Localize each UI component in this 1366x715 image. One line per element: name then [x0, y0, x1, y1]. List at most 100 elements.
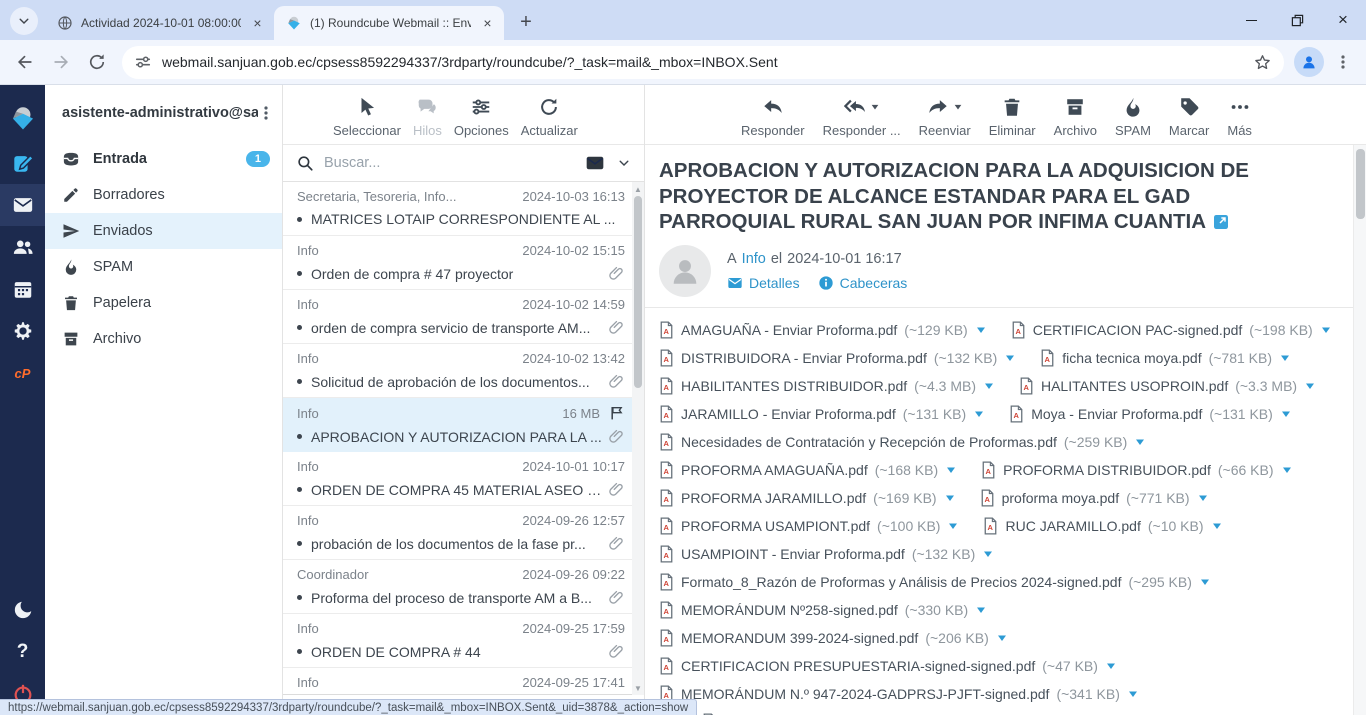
attachment[interactable]: AMEMORANDUM 399-2024-signed.pdf(~206 KB) [659, 629, 1008, 647]
sidebar-item-borradores[interactable]: Borradores [45, 177, 282, 213]
attachment-menu-caret-icon[interactable] [1320, 324, 1332, 336]
attachment-name[interactable]: PROFORMA JARAMILLO.pdf [681, 490, 866, 506]
window-minimize-button[interactable] [1228, 0, 1274, 40]
mail-scrollbar[interactable] [1353, 145, 1366, 715]
attachment-name[interactable]: MEMORÁNDUM N.º 947-2024-GADPRSJ-PJFT-sig… [681, 686, 1049, 702]
attachment-menu-caret-icon[interactable] [1211, 520, 1223, 532]
message-list-item[interactable]: Info 2024-09-25 17:59 ORDEN DE COMPRA # … [283, 614, 633, 668]
attachment-menu-caret-icon[interactable] [1197, 492, 1209, 504]
mail-nav-button[interactable] [0, 184, 45, 226]
attachment-menu-caret-icon[interactable] [1105, 660, 1117, 672]
scroll-up-arrow-icon[interactable]: ▲ [632, 183, 644, 195]
attachment-menu-caret-icon[interactable] [1127, 688, 1139, 700]
bookmark-star-icon[interactable] [1253, 53, 1272, 72]
url-text[interactable]: webmail.sanjuan.gob.ec/cpsess8592294337/… [162, 54, 1243, 70]
message-list-item[interactable]: Info 16 MB APROBACION Y AUTORIZACION PAR… [283, 398, 633, 452]
attachment-name[interactable]: PROFORMA DISTRIBUIDOR.pdf [1003, 462, 1211, 478]
window-close-button[interactable]: × [1320, 0, 1366, 40]
attachment[interactable]: Aficha tecnica moya.pdf(~781 KB) [1040, 349, 1291, 367]
refresh-button[interactable]: Actualizar [521, 96, 578, 138]
attachment-name[interactable]: Necesidades de Contratación y Recepción … [681, 434, 1057, 450]
open-in-new-window-icon[interactable] [1213, 214, 1229, 230]
contacts-nav-button[interactable] [0, 226, 45, 268]
more-button[interactable]: Más [1227, 96, 1252, 138]
attachment-menu-caret-icon[interactable] [1279, 352, 1291, 364]
options-button[interactable]: Opciones [454, 96, 509, 138]
attachment-name[interactable]: MEMORANDUM 399-2024-signed.pdf [681, 630, 918, 646]
attachment[interactable]: AFormato_8_Razón de Proformas y Análisis… [659, 573, 1211, 591]
attachment[interactable]: Aproforma moya.pdf(~771 KB) [980, 489, 1209, 507]
dropdown-caret-icon[interactable] [870, 102, 880, 112]
attachment-name[interactable]: ficha tecnica moya.pdf [1062, 350, 1201, 366]
attachment-name[interactable]: PROFORMA AMAGUAÑA.pdf [681, 462, 868, 478]
window-restore-button[interactable] [1274, 0, 1320, 40]
attachment-menu-caret-icon[interactable] [945, 464, 957, 476]
message-list-item[interactable]: Info 2024-10-02 15:15 Orden de compra # … [283, 236, 633, 290]
message-list-item[interactable]: Info 2024-10-02 13:42 Solicitud de aprob… [283, 344, 633, 398]
attachment-name[interactable]: CERTIFICACION PRESUPUESTARIA-signed-sign… [681, 658, 1035, 674]
attachment[interactable]: APROFORMA AMAGUAÑA.pdf(~168 KB) [659, 461, 957, 479]
attachment-menu-caret-icon[interactable] [1281, 464, 1293, 476]
attachment[interactable]: AHALITANTES USOPROIN.pdf(~3.3 MB) [1019, 377, 1316, 395]
folder-options-kebab-icon[interactable] [258, 105, 274, 121]
attachment[interactable]: APROFORMA USAMPIONT.pdf(~100 KB) [659, 517, 959, 535]
message-list-item[interactable]: Info 2024-10-01 10:17 ORDEN DE COMPRA 45… [283, 452, 633, 506]
recipient-link[interactable]: Info [742, 251, 766, 267]
archive-button[interactable]: Archivo [1054, 96, 1097, 138]
cpanel-button[interactable]: cP [0, 352, 45, 394]
sidebar-item-spam[interactable]: SPAM [45, 249, 282, 285]
browser-tab-actividad[interactable]: Actividad 2024-10-01 08:00:00 × [44, 6, 274, 40]
attachment-name[interactable]: Moya - Enviar Proforma.pdf [1031, 406, 1202, 422]
attachment[interactable]: AUSAMPIOINT - Enviar Proforma.pdf(~132 K… [659, 545, 994, 563]
attachment[interactable]: APROFORMA JARAMILLO.pdf(~169 KB) [659, 489, 956, 507]
attachment-name[interactable]: Formato_8_Razón de Proformas y Análisis … [681, 574, 1121, 590]
search-bar[interactable]: Buscar... [283, 145, 644, 182]
search-scope-envelope-icon[interactable] [585, 153, 605, 173]
attachment[interactable]: AJARAMILLO - Enviar Proforma.pdf(~131 KB… [659, 405, 985, 423]
search-options-chevron-icon[interactable] [617, 156, 631, 170]
scroll-down-arrow-icon[interactable]: ▼ [632, 682, 644, 694]
threads-button[interactable]: Hilos [413, 96, 442, 138]
spam-button[interactable]: SPAM [1115, 96, 1151, 138]
attachment-name[interactable]: CERTIFICACION PAC-signed.pdf [1033, 322, 1243, 338]
compose-button[interactable] [0, 142, 45, 184]
delete-button[interactable]: Eliminar [989, 96, 1036, 138]
attachment[interactable]: APROFORMA DISTRIBUIDOR.pdf(~66 KB) [981, 461, 1292, 479]
tab-close-icon[interactable]: × [249, 15, 266, 32]
forward-button[interactable]: Reenviar [919, 96, 971, 138]
attachment-menu-caret-icon[interactable] [975, 324, 987, 336]
attachment-menu-caret-icon[interactable] [973, 408, 985, 420]
scrollbar-thumb[interactable] [634, 196, 642, 388]
reply-all-button[interactable]: Responder ... [823, 96, 901, 138]
message-list-item[interactable]: Info 2024-10-02 14:59 orden de compra se… [283, 290, 633, 344]
tab-search-button[interactable] [10, 7, 38, 35]
attachment-menu-caret-icon[interactable] [1280, 408, 1292, 420]
sidebar-item-papelera[interactable]: Papelera [45, 285, 282, 321]
reload-button[interactable] [82, 47, 112, 77]
search-input[interactable]: Buscar... [324, 155, 575, 171]
attachment-name[interactable]: DISTRIBUIDORA - Enviar Proforma.pdf [681, 350, 927, 366]
attachment-name[interactable]: HALITANTES USOPROIN.pdf [1041, 378, 1228, 394]
attachment[interactable]: AMEMORÁNDUM N.º 947-2024-GADPRSJ-PJFT-si… [659, 685, 1139, 703]
message-list-item[interactable]: Coordinador 2024-09-26 09:22 Proforma de… [283, 560, 633, 614]
scrollbar-thumb[interactable] [1356, 149, 1365, 219]
attachment[interactable]: AMoya - Enviar Proforma.pdf(~131 KB) [1009, 405, 1292, 423]
attachment-menu-caret-icon[interactable] [1004, 352, 1016, 364]
help-button[interactable]: ? [0, 631, 45, 673]
attachment-name[interactable]: PROFORMA USAMPIONT.pdf [681, 518, 870, 534]
attachment[interactable]: ACERTIFICACION PRESUPUESTARIA-signed-sig… [659, 657, 1117, 675]
attachment-menu-caret-icon[interactable] [947, 520, 959, 532]
attachment[interactable]: ADISTRIBUIDORA - Enviar Proforma.pdf(~13… [659, 349, 1016, 367]
attachment-menu-caret-icon[interactable] [996, 632, 1008, 644]
attachment-name[interactable]: USAMPIOINT - Enviar Proforma.pdf [681, 546, 905, 562]
attachment-name[interactable]: proforma moya.pdf [1002, 490, 1120, 506]
forward-button[interactable] [46, 47, 76, 77]
browser-menu-button[interactable] [1330, 49, 1356, 75]
attachment-name[interactable]: RUC JARAMILLO.pdf [1005, 518, 1140, 534]
calendar-nav-button[interactable] [0, 268, 45, 310]
select-button[interactable]: Seleccionar [333, 96, 401, 138]
message-list-item[interactable]: Info 2024-09-25 17:41 [283, 668, 633, 694]
headers-link[interactable]: Cabeceras [818, 275, 908, 291]
attachment[interactable]: AAMAGUAÑA - Enviar Proforma.pdf(~129 KB) [659, 321, 987, 339]
sidebar-item-entrada[interactable]: Entrada1 [45, 141, 282, 177]
